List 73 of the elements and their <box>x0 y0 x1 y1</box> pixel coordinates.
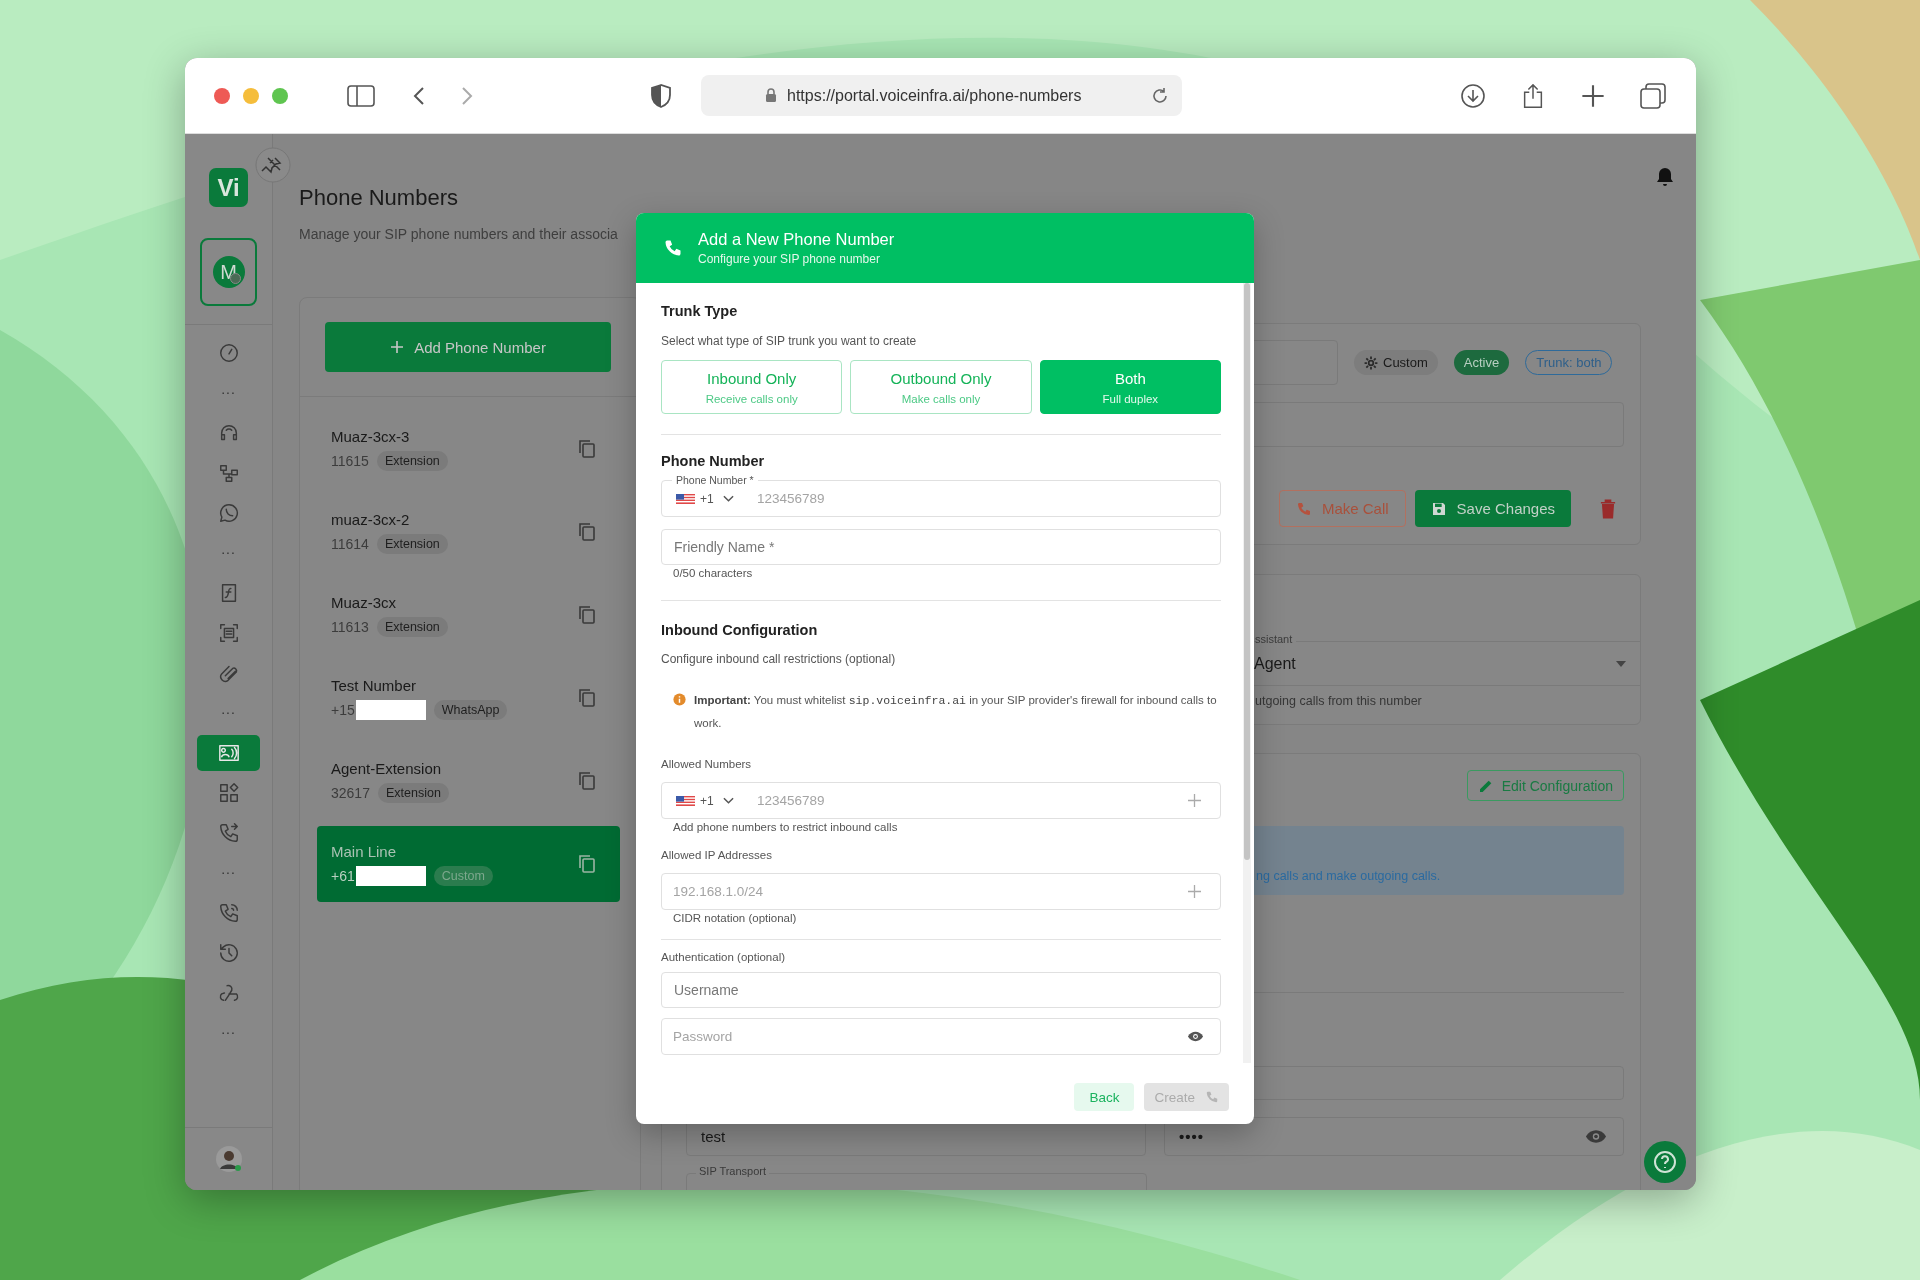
number-name: Muaz-3cx <box>331 593 398 611</box>
number-tag: Extension <box>376 450 448 471</box>
trunk-option[interactable]: Both Full duplex <box>1039 360 1221 414</box>
phone-number-item[interactable]: Agent-Extension 32617 Extension <box>317 743 620 819</box>
dialog-title: Add a New Phone Number <box>698 230 895 249</box>
page-title: Phone Numbers <box>299 185 459 211</box>
field-hint: Add phone numbers to restrict inbound calls <box>672 820 899 835</box>
number-value: 32617 <box>331 784 370 801</box>
field-label: Phone Number * <box>672 473 758 487</box>
section-hint: Configure inbound call restrictions (optional) <box>661 651 897 667</box>
country-select[interactable]: +1 <box>676 491 754 506</box>
more-dots: ... <box>221 540 236 559</box>
ip-address-field[interactable]: 192.168.1.0/24 <box>661 873 1221 910</box>
number-name: Main Line <box>331 842 398 860</box>
number-value: +15 <box>331 701 355 718</box>
number-tag: Extension <box>376 533 448 554</box>
more-dots: ... <box>221 700 236 719</box>
section-heading: Inbound Configuration <box>661 621 819 639</box>
dialog-subtitle: Configure your SIP phone number <box>698 252 881 266</box>
phone-input[interactable]: 123456789 <box>757 491 1206 506</box>
section-heading: Trunk Type <box>661 302 739 320</box>
field-label: Allowed IP Addresses <box>661 848 774 863</box>
password-field[interactable]: Password <box>661 1018 1221 1055</box>
number-tag: WhatsApp <box>433 699 508 720</box>
phone-number-item[interactable]: Muaz-3cx 11613 Extension <box>317 577 620 653</box>
field-label: Authentication (optional) <box>661 950 787 965</box>
app-logo[interactable]: Vi <box>209 168 248 207</box>
number-value: +61 <box>331 867 355 884</box>
info-text: ng calls and make outgoing calls. <box>1256 869 1441 883</box>
field-hint: utgoing calls from this number <box>1255 693 1423 709</box>
more-dots: ... <box>221 380 236 399</box>
phone-number-item[interactable]: muaz-3cx-2 11614 Extension <box>317 494 620 570</box>
username-field[interactable]: Username <box>661 972 1221 1008</box>
phone-number-item[interactable]: Test Number +15 WhatsApp <box>317 660 620 736</box>
save-changes-button[interactable]: Save Changes <box>1414 490 1571 527</box>
number-value: 11614 <box>331 535 369 552</box>
section-hint: Select what type of SIP trunk you want to create <box>661 333 918 349</box>
number-value: 11615 <box>331 452 369 469</box>
field-label: ssistant <box>1255 633 1297 645</box>
ip-input[interactable]: 192.168.1.0/24 <box>673 884 1188 899</box>
badge-label: Custom <box>1383 355 1428 370</box>
field-label: Allowed Numbers <box>661 757 753 772</box>
field-label: SIP Transport <box>696 1165 770 1177</box>
more-dots: ... <box>221 1020 236 1039</box>
number-tag: Extension <box>377 782 449 803</box>
password-input[interactable]: Password <box>673 1029 1187 1044</box>
section-heading: Phone Number <box>661 452 766 470</box>
more-dots: ... <box>221 860 236 879</box>
field-hint: CIDR notation (optional) <box>672 911 798 926</box>
number-name: Test Number <box>331 676 418 694</box>
number-tag: Custom <box>433 865 493 886</box>
back-button[interactable]: Back <box>1074 1083 1135 1111</box>
character-counter: 0/50 characters <box>672 566 754 581</box>
important-notice: Important: You must whitelist sip.voiceinfra.ai in your SIP provider's firewall for inbound calls to work. <box>694 693 1218 731</box>
phone-input[interactable]: 123456789 <box>757 793 1188 808</box>
number-tag: Extension <box>376 616 448 637</box>
friendly-name-field[interactable]: Friendly Name * <box>661 529 1221 565</box>
phone-number-item[interactable]: Muaz-3cx-3 11615 Extension <box>317 411 620 487</box>
number-name: Agent-Extension <box>331 759 443 777</box>
add-phone-number-button[interactable]: Add Phone Number <box>325 322 611 372</box>
number-name: muaz-3cx-2 <box>331 510 411 528</box>
page-subtitle: Manage your SIP phone numbers and their associa <box>299 225 618 243</box>
address-bar[interactable]: https://portal.voiceinfra.ai/phone-numbers <box>701 75 1182 116</box>
allowed-number-field[interactable]: +1 123456789 <box>661 782 1221 819</box>
url-text: https://portal.voiceinfra.ai/phone-numbers <box>787 86 1082 105</box>
number-value: 11613 <box>331 618 369 635</box>
number-name: Muaz-3cx-3 <box>331 427 411 445</box>
trunk-option[interactable]: Inbound Only Receive calls only <box>661 360 843 414</box>
country-select[interactable]: +1 <box>676 793 754 808</box>
badge-label: Active <box>1463 355 1500 370</box>
badge-label: Trunk: both <box>1536 355 1602 370</box>
phone-number-item[interactable]: Main Line +61 Custom <box>317 826 620 902</box>
trunk-option[interactable]: Outbound Only Make calls only <box>850 360 1032 414</box>
